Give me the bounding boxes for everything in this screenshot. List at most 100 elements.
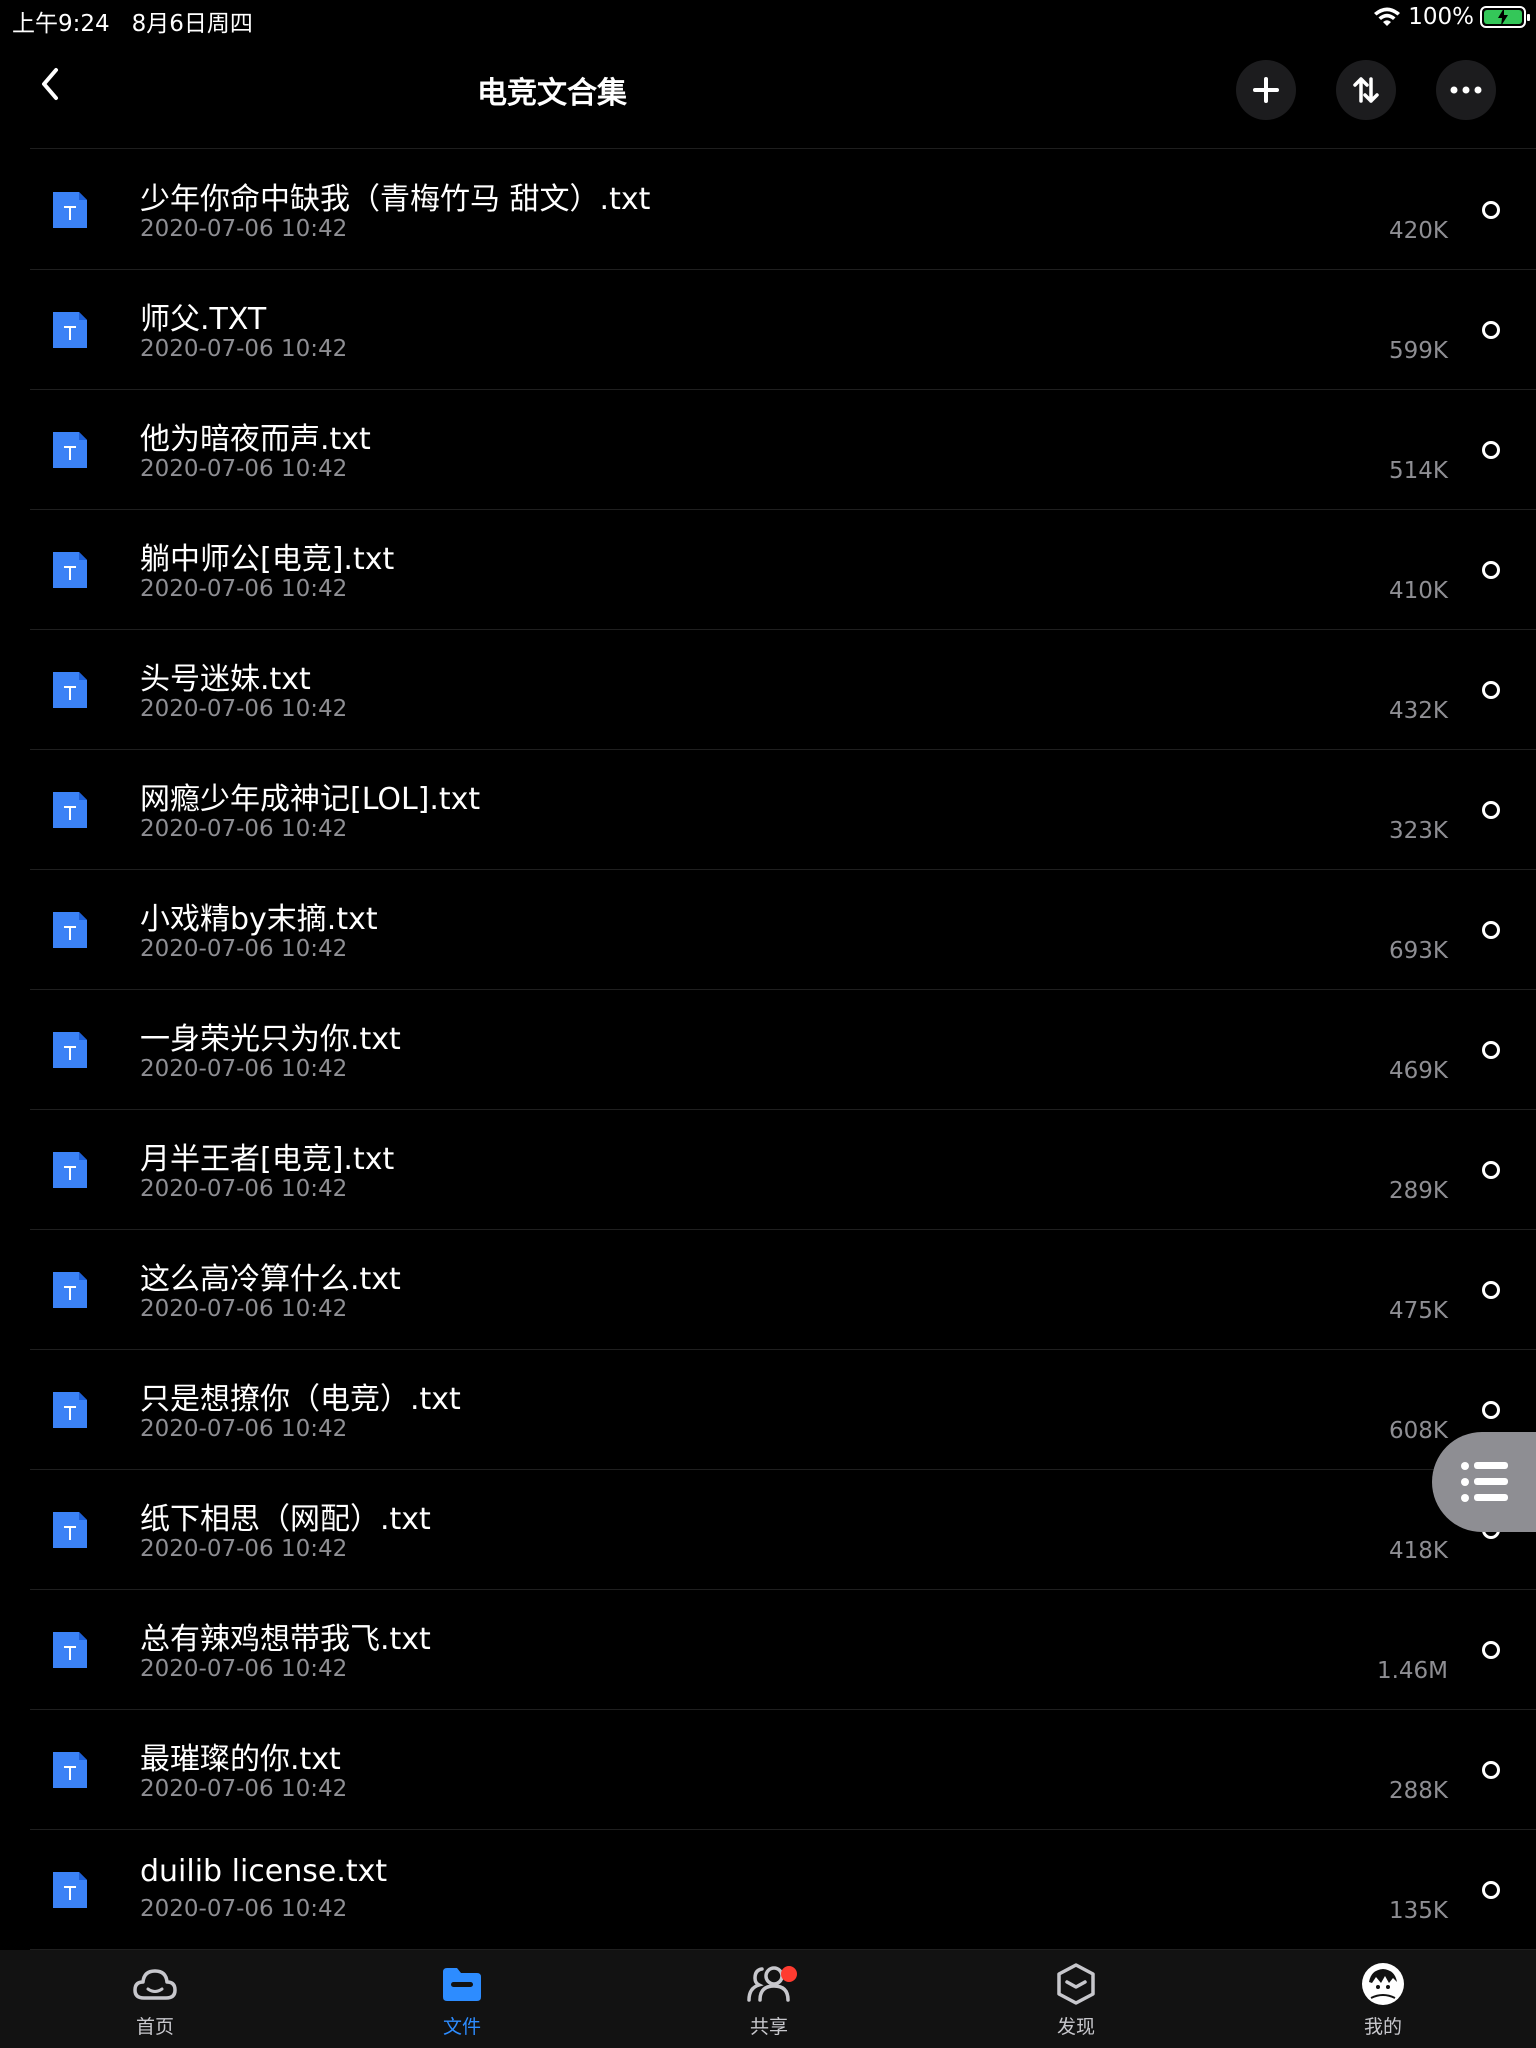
- file-name: 他为暗夜而声.txt: [140, 422, 371, 457]
- file-size: 135K: [1389, 1898, 1448, 1924]
- file-date: 2020-07-06 10:42: [140, 1056, 348, 1082]
- file-size: 432K: [1389, 698, 1448, 724]
- battery-icon: [1480, 6, 1530, 28]
- select-radio[interactable]: [1482, 561, 1500, 579]
- sort-button[interactable]: [1336, 60, 1396, 120]
- file-row[interactable]: 只是想撩你（电竞）.txt 2020-07-06 10:42 608K: [30, 1350, 1536, 1470]
- more-button[interactable]: [1436, 60, 1496, 120]
- file-row[interactable]: 他为暗夜而声.txt 2020-07-06 10:42 514K: [30, 390, 1536, 510]
- file-name: 总有辣鸡想带我飞.txt: [140, 1622, 431, 1657]
- list-view-button[interactable]: [1432, 1432, 1536, 1532]
- text-file-icon: [53, 1032, 87, 1068]
- file-row[interactable]: duilib license.txt 2020-07-06 10:42 135K: [30, 1830, 1536, 1950]
- file-size: 418K: [1389, 1538, 1448, 1564]
- tab-discover[interactable]: 发现: [1016, 1960, 1136, 2039]
- file-date: 2020-07-06 10:42: [140, 696, 348, 722]
- plus-icon: [1253, 77, 1279, 103]
- file-size: 693K: [1389, 938, 1448, 964]
- text-file-icon: [53, 1152, 87, 1188]
- nav-bar: 电竞文合集: [0, 40, 1536, 149]
- tab-label: 我的: [1363, 2016, 1402, 2038]
- select-radio[interactable]: [1482, 1881, 1500, 1899]
- file-date: 2020-07-06 10:42: [140, 1536, 348, 1562]
- file-row[interactable]: 网瘾少年成神记[LOL].txt 2020-07-06 10:42 323K: [30, 750, 1536, 870]
- text-file-icon: [53, 192, 87, 228]
- file-row[interactable]: 小戏精by末摘.txt 2020-07-06 10:42 693K: [30, 870, 1536, 990]
- list-icon: [1461, 1462, 1508, 1502]
- cloud-icon: [133, 1969, 177, 2000]
- file-name: 师父.TXT: [140, 302, 267, 337]
- text-file-icon: [53, 1392, 87, 1428]
- battery-percent: 100%: [1408, 4, 1474, 30]
- add-button[interactable]: [1236, 60, 1296, 120]
- file-date: 2020-07-06 10:42: [140, 1776, 348, 1802]
- file-row[interactable]: 这么高冷算什么.txt 2020-07-06 10:42 475K: [30, 1230, 1536, 1350]
- select-radio[interactable]: [1482, 681, 1500, 699]
- tab-me[interactable]: 我的: [1323, 1960, 1443, 2039]
- select-radio[interactable]: [1482, 801, 1500, 819]
- tab-files[interactable]: 文件: [402, 1960, 522, 2039]
- tab-share[interactable]: 共享: [709, 1960, 829, 2039]
- file-date: 2020-07-06 10:42: [140, 1896, 348, 1922]
- select-radio[interactable]: [1482, 441, 1500, 459]
- text-file-icon: [53, 1632, 87, 1668]
- file-name: 小戏精by末摘.txt: [140, 902, 378, 937]
- file-row[interactable]: 头号迷妹.txt 2020-07-06 10:42 432K: [30, 630, 1536, 750]
- text-file-icon: [53, 672, 87, 708]
- select-radio[interactable]: [1482, 921, 1500, 939]
- file-size: 289K: [1389, 1178, 1448, 1204]
- file-size: 420K: [1389, 218, 1448, 244]
- select-radio[interactable]: [1482, 321, 1500, 339]
- file-row[interactable]: 纸下相思（网配）.txt 2020-07-06 10:42 418K: [30, 1470, 1536, 1590]
- file-name: 少年你命中缺我（青梅竹马 甜文）.txt: [140, 182, 651, 217]
- file-row[interactable]: 总有辣鸡想带我飞.txt 2020-07-06 10:42 1.46M: [30, 1590, 1536, 1710]
- file-row[interactable]: 少年你命中缺我（青梅竹马 甜文）.txt 2020-07-06 10:42 42…: [30, 150, 1536, 270]
- nav-divider: [30, 148, 1536, 149]
- text-file-icon: [53, 1752, 87, 1788]
- cube-icon: [1057, 1963, 1095, 2005]
- notification-badge: [781, 1966, 797, 1982]
- file-list: 少年你命中缺我（青梅竹马 甜文）.txt 2020-07-06 10:42 42…: [30, 150, 1536, 1950]
- text-file-icon: [53, 912, 87, 948]
- select-radio[interactable]: [1482, 1761, 1500, 1779]
- text-file-icon: [53, 432, 87, 468]
- folder-icon: [443, 1968, 481, 2001]
- file-row[interactable]: 一身荣光只为你.txt 2020-07-06 10:42 469K: [30, 990, 1536, 1110]
- file-name: duilib license.txt: [140, 1854, 388, 1889]
- tab-label: 文件: [442, 2016, 481, 2038]
- file-date: 2020-07-06 10:42: [140, 1176, 348, 1202]
- select-radio[interactable]: [1482, 1641, 1500, 1659]
- file-row[interactable]: 最璀璨的你.txt 2020-07-06 10:42 288K: [30, 1710, 1536, 1830]
- file-date: 2020-07-06 10:42: [140, 576, 348, 602]
- file-date: 2020-07-06 10:42: [140, 816, 348, 842]
- select-radio[interactable]: [1482, 1161, 1500, 1179]
- select-radio[interactable]: [1482, 1041, 1500, 1059]
- page-title: 电竞文合集: [477, 76, 627, 111]
- file-name: 月半王者[电竞].txt: [140, 1142, 395, 1177]
- file-name: 一身荣光只为你.txt: [140, 1022, 401, 1057]
- file-date: 2020-07-06 10:42: [140, 456, 348, 482]
- status-bar: 上午9:24 8月6日周四 100%: [0, 0, 1536, 40]
- tab-label: 共享: [749, 2016, 788, 2038]
- file-name: 头号迷妹.txt: [140, 662, 311, 697]
- file-row[interactable]: 躺中师公[电竞].txt 2020-07-06 10:42 410K: [30, 510, 1536, 630]
- file-date: 2020-07-06 10:42: [140, 1416, 348, 1442]
- status-time: 上午9:24: [12, 11, 110, 37]
- select-radio[interactable]: [1482, 201, 1500, 219]
- select-radio[interactable]: [1482, 1401, 1500, 1419]
- file-row[interactable]: 月半王者[电竞].txt 2020-07-06 10:42 289K: [30, 1110, 1536, 1230]
- tab-label: 首页: [135, 2016, 174, 2038]
- file-date: 2020-07-06 10:42: [140, 936, 348, 962]
- file-size: 475K: [1389, 1298, 1448, 1324]
- file-size: 469K: [1389, 1058, 1448, 1084]
- more-icon: [1450, 86, 1482, 94]
- file-date: 2020-07-06 10:42: [140, 336, 348, 362]
- wifi-icon: [1374, 7, 1401, 26]
- select-radio[interactable]: [1482, 1281, 1500, 1299]
- avatar: [1362, 1963, 1404, 2005]
- file-name: 这么高冷算什么.txt: [140, 1262, 401, 1297]
- file-row[interactable]: 师父.TXT 2020-07-06 10:42 599K: [30, 270, 1536, 390]
- tab-home[interactable]: 首页: [95, 1960, 215, 2039]
- file-name: 网瘾少年成神记[LOL].txt: [140, 782, 481, 817]
- file-size: 410K: [1389, 578, 1448, 604]
